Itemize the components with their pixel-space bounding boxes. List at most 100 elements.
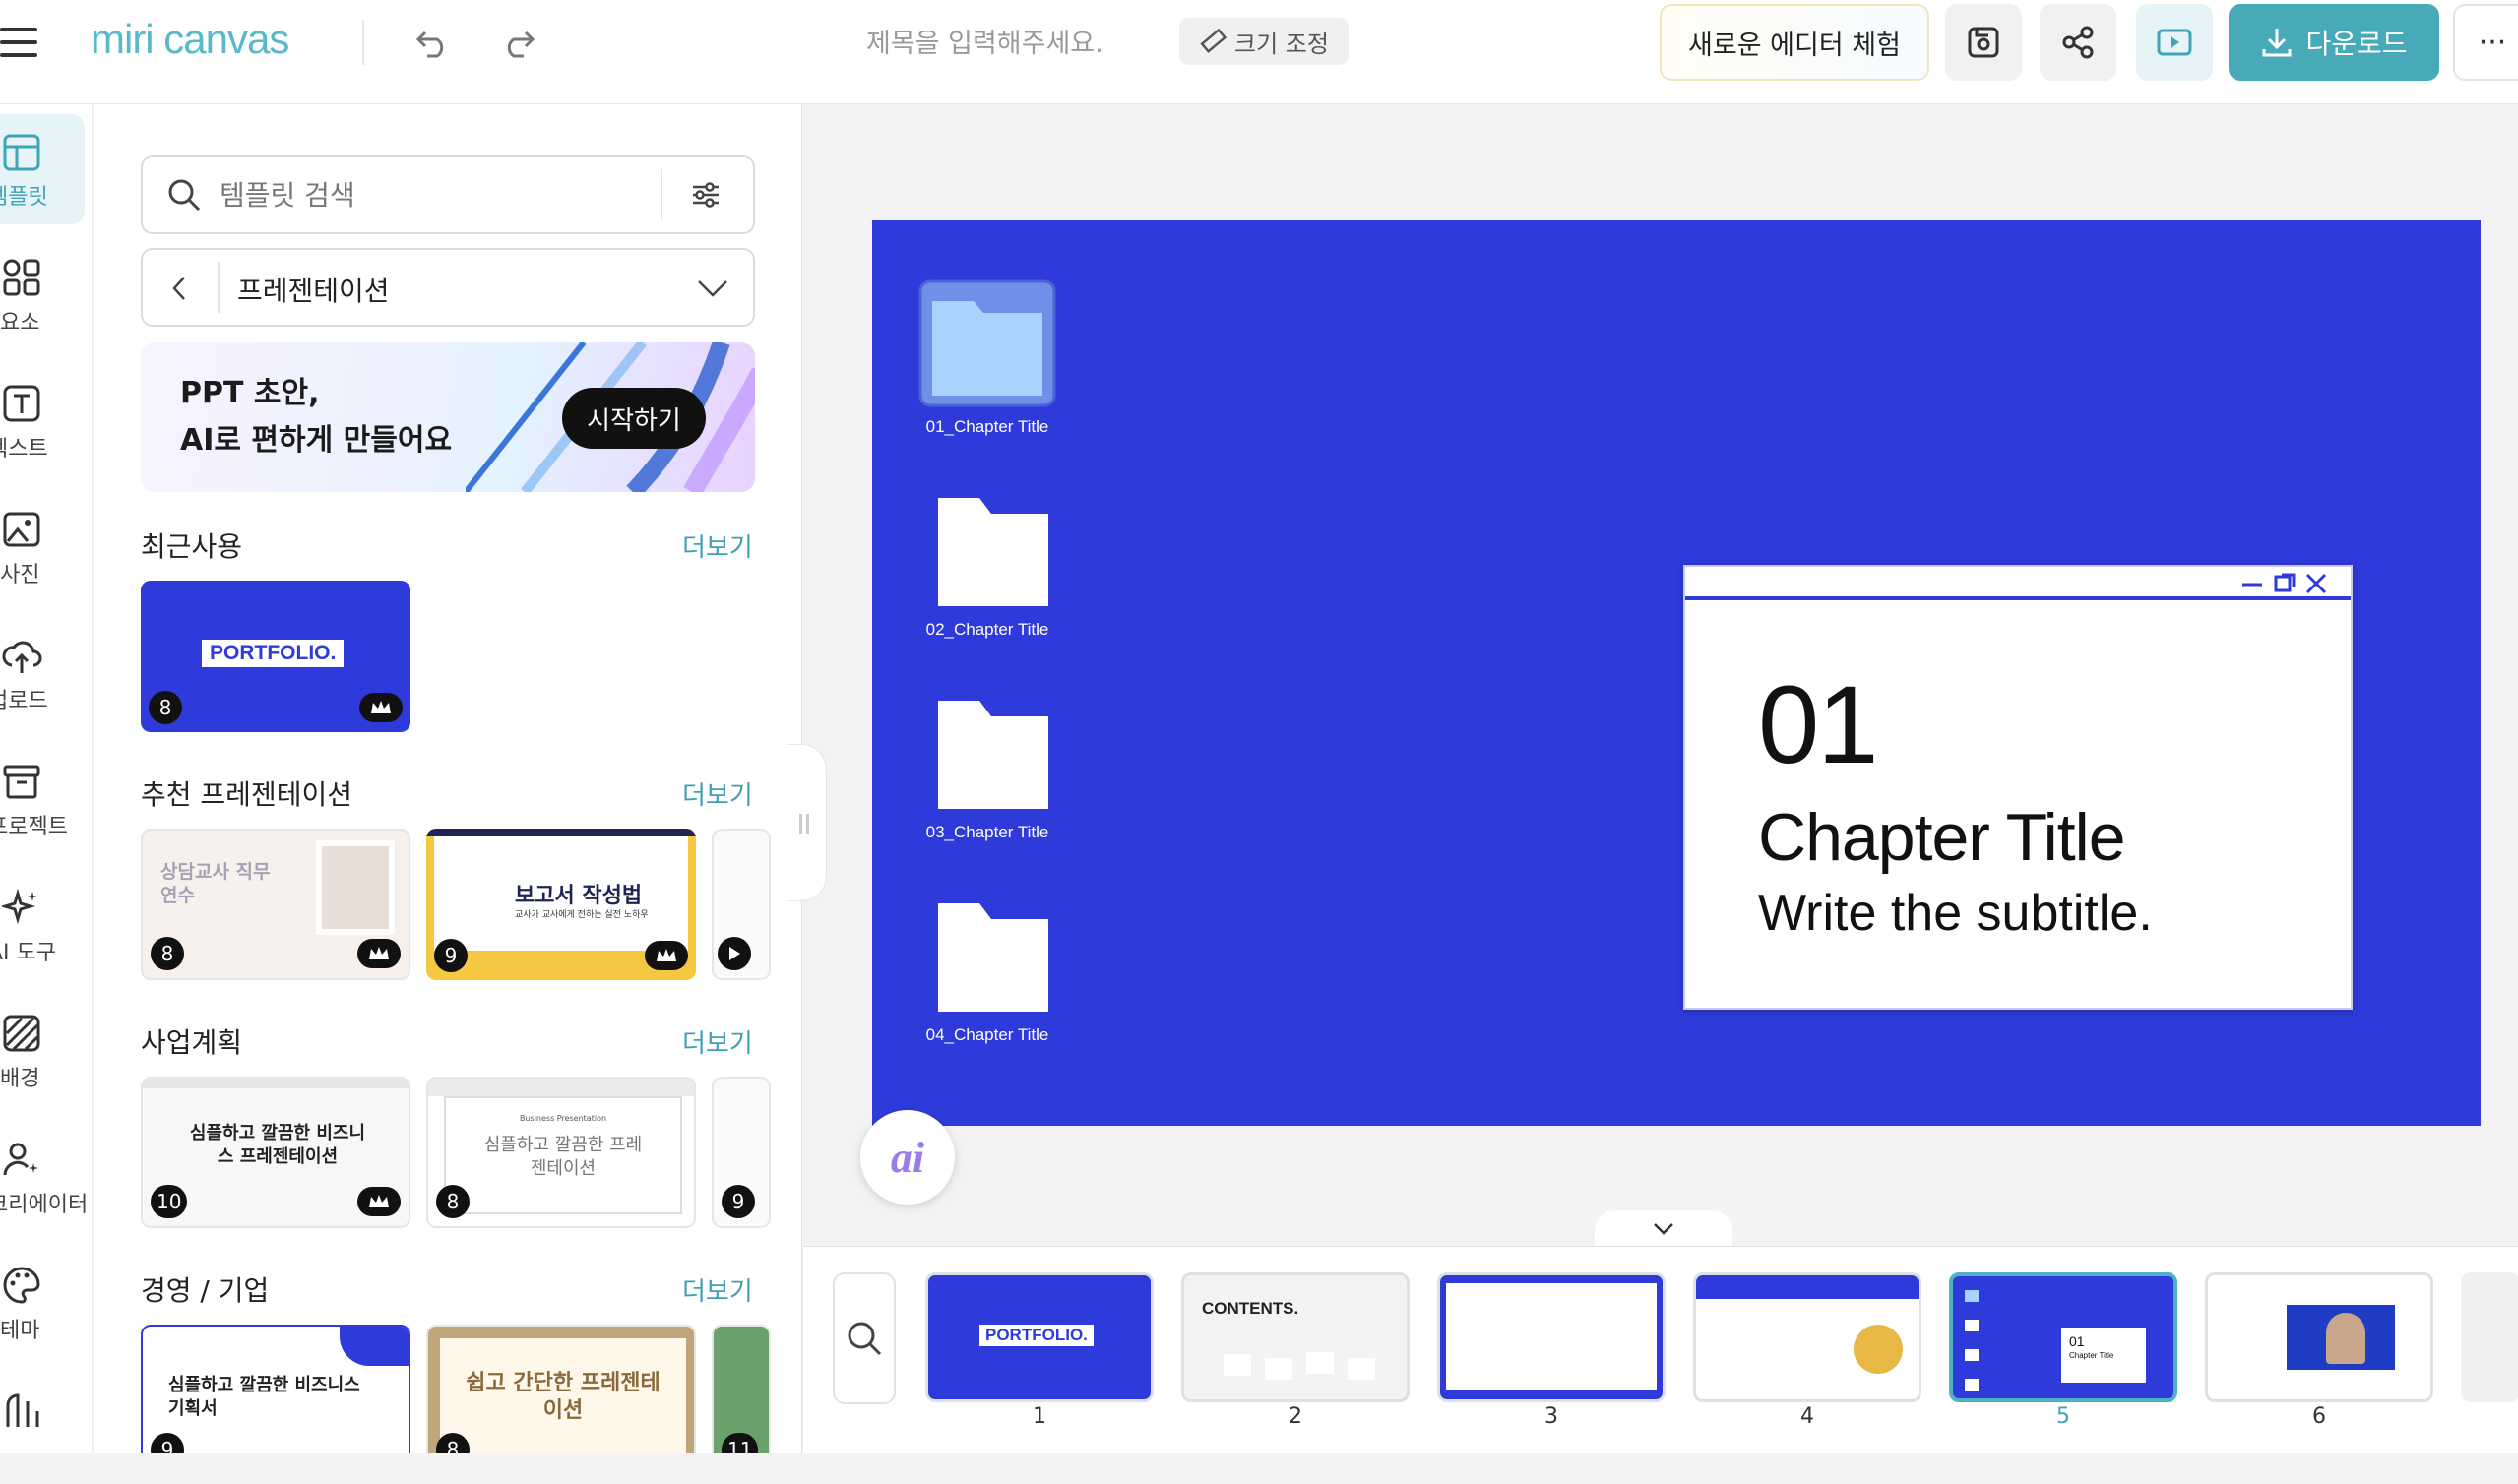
photo-icon: [3, 512, 40, 547]
rail-item-ai-tools[interactable]: AI 도구: [0, 870, 85, 980]
filter-icon[interactable]: [690, 179, 722, 211]
zoom-button[interactable]: [833, 1272, 896, 1404]
redo-icon[interactable]: [496, 22, 539, 65]
rail-item-template[interactable]: 템플릿: [0, 114, 85, 224]
page-count-badge: 9: [722, 1185, 755, 1218]
add-slide-button[interactable]: [2461, 1272, 2518, 1402]
thumb-photo: [316, 840, 395, 935]
template-thumb[interactable]: 11: [712, 1325, 771, 1453]
template-thumb[interactable]: 심플하고 깔끔한 비즈니스 기획서 9: [141, 1325, 410, 1453]
slide-thumb[interactable]: [1437, 1272, 1666, 1402]
chapter-title: Chapter Title: [1758, 800, 2126, 875]
rail-item-photo[interactable]: 사진: [0, 492, 85, 602]
thumb-subtitle: 교사가 교사에게 전하는 실전 노하우: [515, 910, 649, 920]
banner-start-button[interactable]: 시작하기: [562, 388, 706, 449]
management-more-link[interactable]: 더보기: [682, 1271, 753, 1308]
save-button[interactable]: [1945, 4, 2022, 81]
slide-number: 3: [1544, 1404, 1558, 1429]
download-label: 다운로드: [2305, 28, 2408, 60]
top-bar: miri canvas 크기 조정 새로운 에디터 체험 다운로드 ···: [0, 0, 2518, 104]
resize-button[interactable]: 크기 조정: [1179, 18, 1349, 65]
rail-label: 프로젝트: [0, 815, 68, 839]
slide-number: 1: [1033, 1404, 1046, 1429]
slide-thumb-selected[interactable]: 01 Chapter Title: [1949, 1272, 2177, 1402]
template-thumb[interactable]: 상담교사 직무연수 8: [141, 829, 410, 980]
banner-line2: AI로 편하게 만들어요: [180, 423, 453, 458]
document-title-input[interactable]: [866, 22, 1122, 65]
folder-item[interactable]: 02_Chapter Title: [913, 492, 1061, 640]
template-thumb[interactable]: 보고서 작성법 교사가 교사에게 전하는 실전 노하우 9: [426, 829, 696, 980]
template-thumb[interactable]: 쉽고 간단한 프레젠테이션 8: [426, 1325, 696, 1453]
ai-tools-icon: [2, 888, 37, 925]
rail-item-project[interactable]: 프로젝트: [0, 744, 85, 854]
recent-more-link[interactable]: 더보기: [682, 527, 753, 564]
rail-item-elements[interactable]: 요소: [0, 240, 85, 350]
template-thumb[interactable]: 9: [712, 1077, 771, 1228]
slide-thumb-title: PORTFOLIO.: [979, 1325, 1094, 1346]
share-button[interactable]: [2040, 4, 2116, 81]
background-icon: [3, 1015, 40, 1052]
premium-crown-icon: [357, 939, 401, 968]
thumb-title: 상담교사 직무연수: [160, 861, 271, 906]
premium-crown-icon: [645, 941, 688, 970]
thumb-title: 심플하고 깔끔한 비즈니스 기획서: [168, 1375, 360, 1419]
text-icon: [3, 385, 40, 422]
folder-icon: [938, 903, 1048, 1012]
slide-canvas[interactable]: 01_Chapter Title 02_Chapter Title 03_Cha…: [872, 220, 2481, 1126]
rail-item-background[interactable]: 배경: [0, 996, 85, 1106]
category-select[interactable]: 프레젠테이션: [141, 248, 755, 327]
project-icon: [3, 765, 40, 799]
folder-item[interactable]: 04_Chapter Title: [913, 897, 1061, 1045]
present-button[interactable]: [2136, 4, 2213, 81]
rail-item-text[interactable]: 텍스트: [0, 366, 85, 476]
more-menu-button[interactable]: ···: [2453, 4, 2518, 81]
rail-label: AI 도구: [0, 941, 57, 965]
new-editor-button[interactable]: 새로운 에디터 체험: [1660, 4, 1929, 81]
section-title-recent: 최근사용: [141, 530, 243, 563]
slide-number: 4: [1800, 1404, 1814, 1429]
template-thumb[interactable]: [712, 829, 771, 980]
logo[interactable]: miri canvas: [91, 16, 289, 63]
panel-collapse-handle[interactable]: [787, 744, 827, 901]
folder-label: 01_Chapter Title: [925, 417, 1049, 436]
save-icon: [1968, 27, 1999, 58]
recommended-more-link[interactable]: 더보기: [682, 775, 753, 812]
menu-icon[interactable]: [0, 28, 39, 59]
ai-ppt-banner[interactable]: PPT 초안, AI로 편하게 만들어요 시작하기: [141, 342, 755, 492]
rail-label: 템플릿: [0, 185, 48, 210]
rail-item-upload[interactable]: 업로드: [0, 618, 85, 728]
rail-item-creator[interactable]: 크리에이터: [0, 1122, 88, 1232]
page-count-badge: 9: [151, 1433, 184, 1453]
zoom-icon: [848, 1322, 882, 1356]
slide-filmstrip: PORTFOLIO. 1 CONTENTS. 2 3 4 01 Chapter …: [803, 1246, 2518, 1453]
creator-icon: [3, 1143, 38, 1176]
folder-item[interactable]: 01_Chapter Title: [913, 279, 1061, 437]
rail-item-theme[interactable]: 테마: [0, 1248, 85, 1358]
template-thumb[interactable]: Business Presentation 심플하고 깔끔한 프레젠테이션 8: [426, 1077, 696, 1228]
slide-thumb[interactable]: [1693, 1272, 1921, 1402]
chevron-down-icon[interactable]: [696, 276, 729, 301]
template-thumb[interactable]: PORTFOLIO. 8: [141, 581, 410, 732]
folder-item[interactable]: 03_Chapter Title: [913, 695, 1061, 842]
slide-thumb[interactable]: CONTENTS.: [1181, 1272, 1410, 1402]
divider: [218, 262, 220, 313]
slide-thumb[interactable]: PORTFOLIO.: [925, 1272, 1154, 1402]
chevron-left-icon[interactable]: [166, 274, 194, 303]
ai-assistant-button[interactable]: ai: [860, 1110, 955, 1205]
section-title-management: 경영 / 기업: [141, 1274, 270, 1307]
folder-label: 02_Chapter Title: [925, 620, 1049, 639]
rail-item-chart[interactable]: [0, 1374, 85, 1484]
search-input[interactable]: [220, 175, 633, 215]
undo-icon[interactable]: [411, 22, 455, 65]
template-thumb[interactable]: 심플하고 깔끔한 비즈니스 프레젠테이션 10: [141, 1077, 410, 1228]
chapter-window[interactable]: 01 Chapter Title Write the subtitle.: [1683, 565, 2353, 1010]
window-controls-icon: [2242, 573, 2327, 594]
section-title-recommended: 추천 프레젠테이션: [141, 778, 352, 811]
slide-thumb-subtitle: Chapter Title: [2069, 1351, 2114, 1360]
template-search[interactable]: [141, 155, 755, 234]
theme-icon: [3, 1267, 40, 1304]
download-button[interactable]: 다운로드: [2229, 4, 2439, 81]
filmstrip-toggle[interactable]: [1595, 1210, 1732, 1248]
business-plan-more-link[interactable]: 더보기: [682, 1023, 753, 1060]
slide-thumb[interactable]: [2205, 1272, 2433, 1402]
